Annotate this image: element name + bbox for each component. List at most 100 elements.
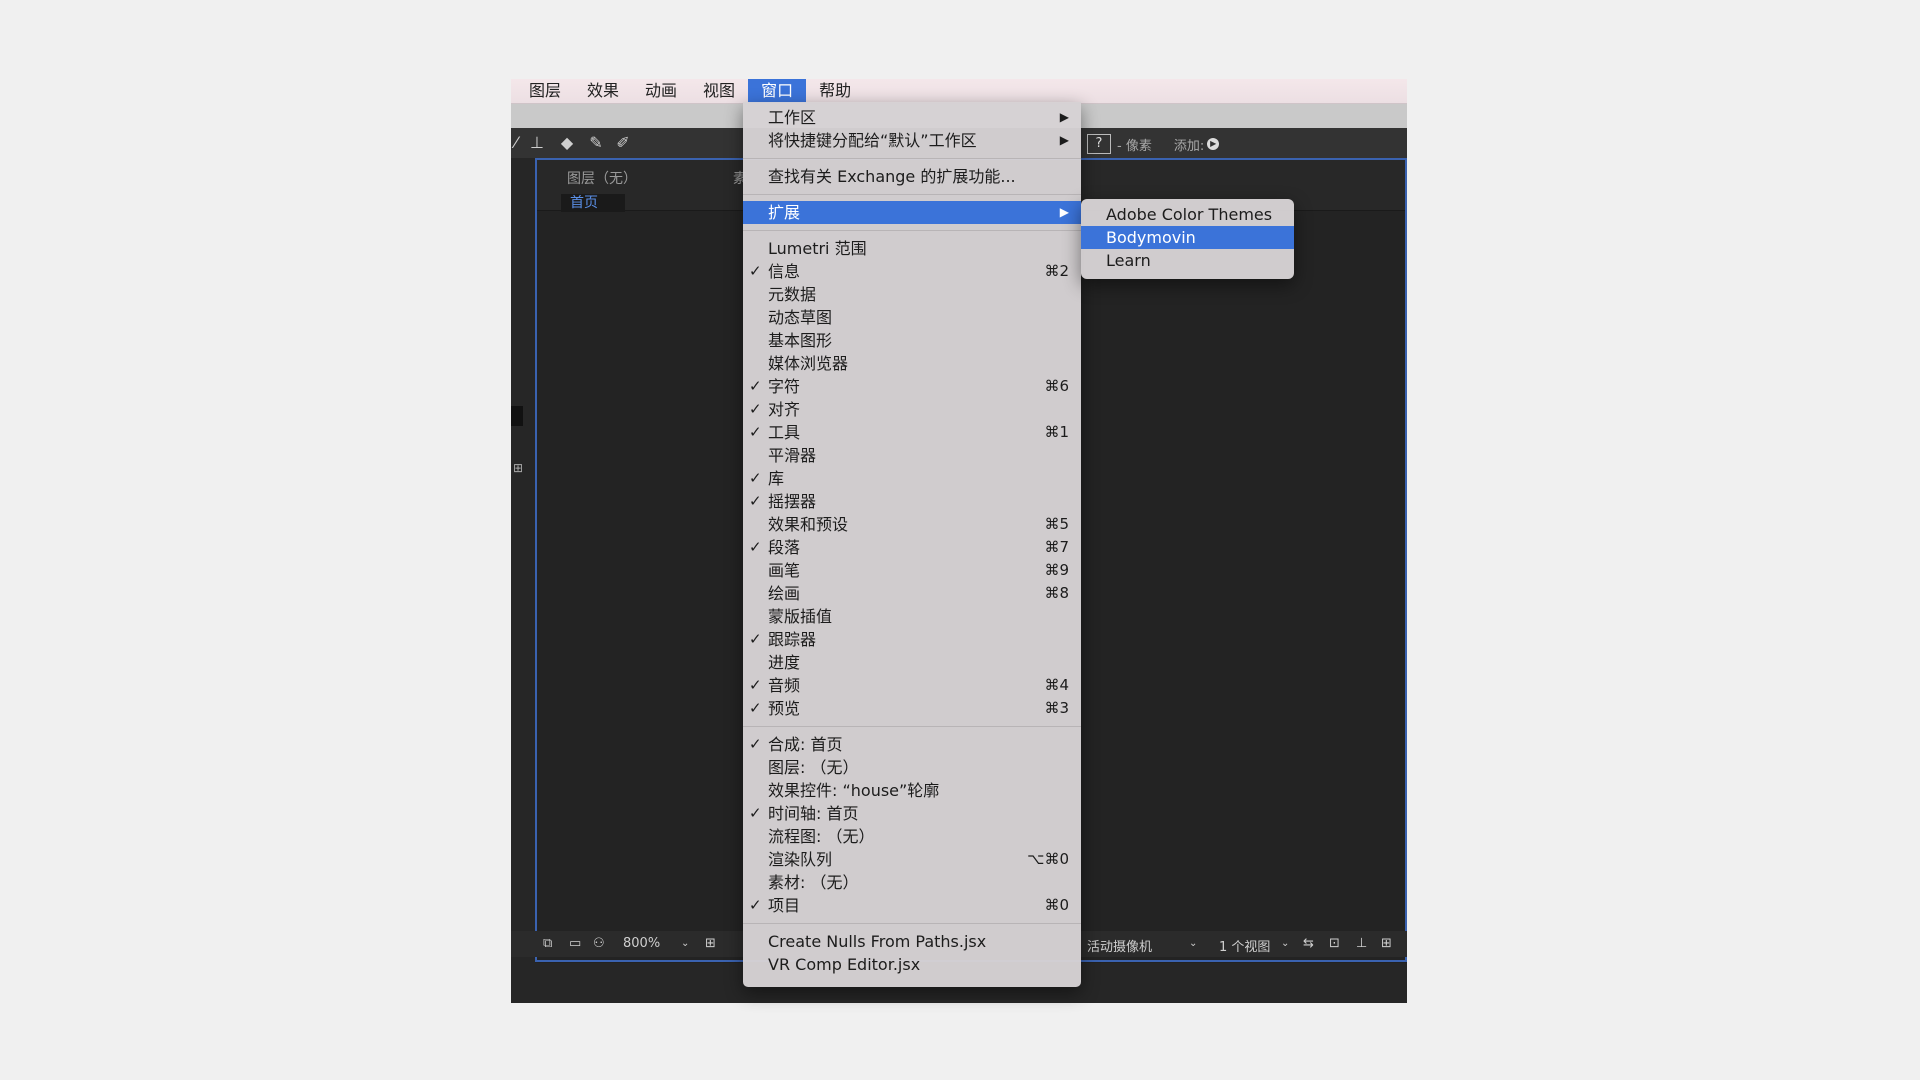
add-play-icon[interactable]: ▶: [1207, 138, 1220, 150]
menu-item-shortcut: ⌘9: [1044, 561, 1069, 579]
clone-stamp-tool-icon[interactable]: ⊥: [528, 134, 546, 152]
window-menu-item[interactable]: ✓ 摇摆器: [743, 490, 1081, 513]
menu-item-label: VR Comp Editor.jsx: [768, 955, 921, 974]
extension-menu-item[interactable]: Learn: [1081, 249, 1294, 272]
help-icon[interactable]: ?: [1087, 134, 1111, 154]
menu-separator: [743, 158, 1081, 159]
menu-item-shortcut: ⌘2: [1044, 262, 1069, 280]
window-menu-item[interactable]: ✓ 段落 ⌘7: [743, 536, 1081, 559]
camera-select[interactable]: 活动摄像机: [1087, 936, 1152, 955]
window-menu-item[interactable]: 画笔 ⌘9: [743, 559, 1081, 582]
checkmark-icon: ✓: [749, 423, 762, 441]
menu-item-label: 段落: [768, 538, 801, 557]
checkmark-icon: ✓: [749, 735, 762, 753]
window-menu-item[interactable]: ✓ 对齐: [743, 398, 1081, 421]
brush-tool-icon[interactable]: ⁄: [511, 134, 525, 152]
views-select[interactable]: 1 个视图: [1219, 936, 1270, 955]
display-icon[interactable]: ▭: [569, 936, 581, 951]
extension-menu-item[interactable]: Adobe Color Themes: [1081, 203, 1294, 226]
snapshot-icon[interactable]: ⧉: [543, 936, 552, 951]
menu-item-label: 摇摆器: [768, 492, 817, 511]
menu-item-label: 工具: [768, 423, 801, 442]
menu-item-label: 渲染队列: [768, 850, 833, 869]
extension-menu-item[interactable]: Bodymovin: [1081, 226, 1294, 249]
window-menu-item[interactable]: 基本图形: [743, 329, 1081, 352]
menu-item-shortcut: ⌘7: [1044, 538, 1069, 556]
menu-separator: [743, 726, 1081, 727]
menu-item-label: 信息: [768, 262, 801, 281]
window-menu-item[interactable]: ✓ 信息 ⌘2: [743, 260, 1081, 283]
window-menu-item[interactable]: 将快捷键分配给“默认”工作区 ▶: [743, 129, 1081, 152]
window-menu-item[interactable]: 元数据: [743, 283, 1081, 306]
menu-animation[interactable]: 动画: [632, 79, 690, 103]
window-menu-item[interactable]: 素材: （无）: [743, 871, 1081, 894]
tab-home[interactable]: 首页: [561, 194, 625, 212]
window-menu-item[interactable]: 渲染队列 ⌥⌘0: [743, 848, 1081, 871]
menu-item-label: 将快捷键分配给“默认”工作区: [768, 131, 977, 150]
3d-view-icon[interactable]: ⊥: [1356, 936, 1367, 951]
window-menu-item[interactable]: 进度: [743, 651, 1081, 674]
window-menu-item[interactable]: 流程图: （无）: [743, 825, 1081, 848]
window-menu-item[interactable]: ✓ 项目 ⌘0: [743, 894, 1081, 917]
menu-item-shortcut: ⌘3: [1044, 699, 1069, 717]
reset-exposure-icon[interactable]: ⊡: [1329, 936, 1340, 951]
puppet-pin-tool-icon[interactable]: ✐: [614, 134, 632, 152]
menu-window[interactable]: 窗口: [748, 79, 807, 103]
window-menu-item[interactable]: 图层: （无）: [743, 756, 1081, 779]
window-menu-item[interactable]: ✓ 工具 ⌘1: [743, 421, 1081, 444]
menu-item-label: 媒体浏览器: [768, 354, 849, 373]
add-label: 添加:: [1173, 138, 1205, 154]
window-menu-item[interactable]: 平滑器: [743, 444, 1081, 467]
menu-item-label: 平滑器: [768, 446, 817, 465]
left-panel-gutter: ⊞: [511, 158, 535, 1003]
window-menu-item[interactable]: 工作区 ▶: [743, 106, 1081, 129]
window-menu-item[interactable]: ✓ 库: [743, 467, 1081, 490]
window-menu-item[interactable]: Lumetri 范围: [743, 237, 1081, 260]
window-menu-item[interactable]: ✓ 音频 ⌘4: [743, 674, 1081, 697]
menu-item-label: 蒙版插值: [768, 607, 833, 626]
window-menu-item[interactable]: ✓ 时间轴: 首页: [743, 802, 1081, 825]
eraser-tool-icon[interactable]: ◆: [558, 134, 576, 152]
window-menu-item[interactable]: Create Nulls From Paths.jsx: [743, 930, 1081, 953]
window-menu-item[interactable]: ✓ 字符 ⌘6: [743, 375, 1081, 398]
chevron-down-icon: ⌄: [1189, 938, 1198, 949]
flowchart-icon[interactable]: ⊞: [513, 461, 523, 475]
menu-item-shortcut: ⌘8: [1044, 584, 1069, 602]
menu-item-label: 基本图形: [768, 331, 833, 350]
zoom-select[interactable]: 800%: [623, 936, 660, 951]
window-menu-item[interactable]: ✓ 预览 ⌘3: [743, 697, 1081, 720]
tab-layer[interactable]: 图层（无）: [567, 168, 637, 188]
window-menu-item[interactable]: 效果控件: “house”轮廓: [743, 779, 1081, 802]
chevron-down-icon: ⌄: [1281, 938, 1290, 949]
roto-brush-tool-icon[interactable]: ✎: [587, 134, 605, 152]
window-menu-item[interactable]: 动态草图: [743, 306, 1081, 329]
window-menu-item[interactable]: ✓ 跟踪器: [743, 628, 1081, 651]
menu-item-label: 扩展: [768, 203, 801, 222]
toggle-pixel-icon[interactable]: ⇆: [1303, 936, 1314, 951]
menu-item-label: 素材: （无）: [768, 873, 859, 892]
flowchart-icon[interactable]: ⊞: [1381, 936, 1392, 951]
menu-item-label: 查找有关 Exchange 的扩展功能...: [768, 167, 1016, 186]
window-menu-item[interactable]: 蒙版插值: [743, 605, 1081, 628]
menu-item-shortcut: ⌘1: [1044, 423, 1069, 441]
window-menu-item[interactable]: 查找有关 Exchange 的扩展功能...: [743, 165, 1081, 188]
submenu-arrow-icon: ▶: [1059, 205, 1069, 219]
window-menu-item[interactable]: VR Comp Editor.jsx: [743, 953, 1081, 976]
menu-item-shortcut: ⌥⌘0: [1027, 850, 1069, 868]
grid-icon[interactable]: ⊞: [705, 936, 716, 951]
menu-item-label: 项目: [768, 896, 801, 915]
checkmark-icon: ✓: [749, 469, 762, 487]
menu-view[interactable]: 视图: [690, 79, 748, 103]
window-menu-item[interactable]: ✓ 合成: 首页: [743, 733, 1081, 756]
mask-icon[interactable]: ⚇: [593, 936, 605, 951]
window-menu-item[interactable]: 扩展 ▶: [743, 201, 1081, 224]
menu-layer[interactable]: 图层: [516, 79, 574, 103]
window-menu-item[interactable]: 绘画 ⌘8: [743, 582, 1081, 605]
checkmark-icon: ✓: [749, 630, 762, 648]
menu-effect[interactable]: 效果: [574, 79, 632, 103]
gutter-handle[interactable]: [511, 406, 523, 426]
window-menu-item[interactable]: 效果和预设 ⌘5: [743, 513, 1081, 536]
window-menu-item[interactable]: 媒体浏览器: [743, 352, 1081, 375]
menu-help[interactable]: 帮助: [806, 79, 864, 103]
chevron-down-icon: ⌄: [681, 938, 690, 949]
